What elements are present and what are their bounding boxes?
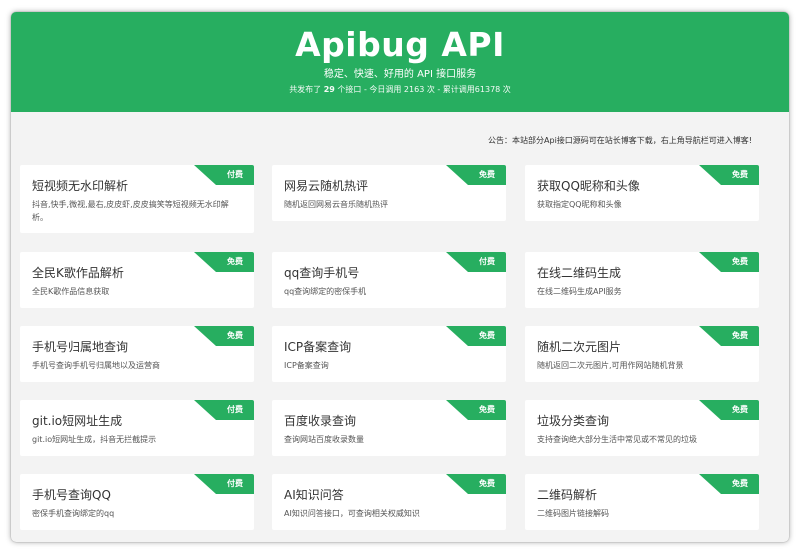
price-tag: 付费 <box>227 479 243 488</box>
api-card-garbage-sort[interactable]: 免费 垃圾分类查询 支持查询绝大部分生活中常见或不常见的垃圾 <box>525 400 759 456</box>
api-count: 29 <box>323 85 335 94</box>
api-description: git.io短网址生成，抖音无拦截提示 <box>32 435 157 444</box>
api-description: AI知识问答接口，可查询相关权威知识 <box>284 509 420 518</box>
api-name: 百度收录查询 <box>284 414 357 428</box>
browser-window: Apibug API 稳定、快速、好用的 API 接口服务 共发布了 29 个接… <box>11 12 789 542</box>
api-name: 获取QQ昵称和头像 <box>537 179 640 193</box>
api-card-gitio-shorten[interactable]: 付费 git.io短网址生成 git.io短网址生成，抖音无拦截提示 <box>20 400 254 456</box>
price-tag: 免费 <box>732 331 748 340</box>
site-header: Apibug API 稳定、快速、好用的 API 接口服务 共发布了 29 个接… <box>11 12 789 112</box>
api-card-qrcode-generate[interactable]: 免费 在线二维码生成 在线二维码生成API服务 <box>525 252 759 308</box>
announcement: 公告：本站部分Api接口源码可在站长博客下载，右上角导航栏可进入博客! <box>488 136 752 145</box>
api-card-baidu-index[interactable]: 免费 百度收录查询 查询网站百度收录数量 <box>272 400 506 456</box>
api-description: 随机返回网易云音乐随机热评 <box>284 200 388 209</box>
price-tag: 免费 <box>227 331 243 340</box>
api-card-qq-phone[interactable]: 付费 qq查询手机号 qq查询绑定的密保手机 <box>272 252 506 308</box>
api-card-phone-location[interactable]: 免费 手机号归属地查询 手机号查询手机号归属地以及运营商 <box>20 326 254 382</box>
api-description: 密保手机查询绑定的qq <box>32 509 115 518</box>
api-name: qq查询手机号 <box>284 266 360 280</box>
api-description: 在线二维码生成API服务 <box>537 287 622 296</box>
api-description: qq查询绑定的密保手机 <box>284 287 367 296</box>
price-tag: 免费 <box>479 405 495 414</box>
api-name: 手机号归属地查询 <box>32 340 129 354</box>
api-card-qq-avatar[interactable]: 免费 获取QQ昵称和头像 获取指定QQ昵称和头像 <box>525 165 759 221</box>
price-tag: 免费 <box>732 170 748 179</box>
price-tag: 免费 <box>732 405 748 414</box>
api-description: 抖音,快手,微视,最右,皮皮虾,皮皮搞笑等短视频无水印解析。 <box>32 200 229 222</box>
api-name: 随机二次元图片 <box>537 340 622 354</box>
api-card-anime-image[interactable]: 免费 随机二次元图片 随机返回二次元图片,可用作网站随机背景 <box>525 326 759 382</box>
api-card-qrcode-decode[interactable]: 免费 二维码解析 二维码图片链接解码 <box>525 474 759 530</box>
api-name: 在线二维码生成 <box>537 266 622 280</box>
api-card-icp-query[interactable]: 免费 ICP备案查询 ICP备案查询 <box>272 326 506 382</box>
api-card-ai-qa[interactable]: 免费 AI知识问答 AI知识问答接口，可查询相关权威知识 <box>272 474 506 530</box>
price-tag: 付费 <box>479 257 495 266</box>
api-name: 垃圾分类查询 <box>537 414 610 428</box>
price-tag: 免费 <box>732 479 748 488</box>
api-description: 全民K歌作品信息获取 <box>32 287 110 296</box>
api-description: 查询网站百度收录数量 <box>284 435 364 444</box>
site-title: Apibug API <box>295 25 505 64</box>
api-name: 网易云随机热评 <box>284 179 369 193</box>
api-card-netease-comments[interactable]: 免费 网易云随机热评 随机返回网易云音乐随机热评 <box>272 165 506 221</box>
site-subtitle: 稳定、快速、好用的 API 接口服务 <box>323 69 477 80</box>
stats-calls: 个接口 - 今日调用 2163 次 - 累计调用61378 次 <box>334 85 511 94</box>
api-card-phone-qq[interactable]: 付费 手机号查询QQ 密保手机查询绑定的qq <box>20 474 254 530</box>
api-name: 全民K歌作品解析 <box>32 266 124 280</box>
price-tag: 免费 <box>479 170 495 179</box>
api-card-kge-parse[interactable]: 免费 全民K歌作品解析 全民K歌作品信息获取 <box>20 252 254 308</box>
price-tag: 付费 <box>227 405 243 414</box>
api-name: 短视频无水印解析 <box>32 179 129 193</box>
price-tag: 免费 <box>732 257 748 266</box>
api-name: 二维码解析 <box>537 488 598 502</box>
api-description: 随机返回二次元图片,可用作网站随机背景 <box>537 361 684 370</box>
price-tag: 免费 <box>479 479 495 488</box>
api-description: 手机号查询手机号归属地以及运营商 <box>32 361 160 370</box>
stats-prefix: 共发布了 <box>289 85 324 94</box>
price-tag: 免费 <box>227 257 243 266</box>
api-stats: 共发布了 29 个接口 - 今日调用 2163 次 - 累计调用61378 次 <box>11 84 789 96</box>
api-description: 获取指定QQ昵称和头像 <box>537 200 622 209</box>
api-name: git.io短网址生成 <box>32 414 123 428</box>
api-name: ICP备案查询 <box>284 340 352 354</box>
api-description: ICP备案查询 <box>284 361 329 370</box>
api-name: 手机号查询QQ <box>32 488 111 502</box>
price-tag: 付费 <box>227 170 243 179</box>
api-description: 支持查询绝大部分生活中常见或不常见的垃圾 <box>537 435 697 444</box>
api-description: 二维码图片链接解码 <box>537 509 609 518</box>
price-tag: 免费 <box>479 331 495 340</box>
api-name: AI知识问答 <box>284 488 344 502</box>
api-card-video-parse[interactable]: 付费 短视频无水印解析 抖音,快手,微视,最右,皮皮虾,皮皮搞笑等短视频无水印解… <box>20 165 254 233</box>
